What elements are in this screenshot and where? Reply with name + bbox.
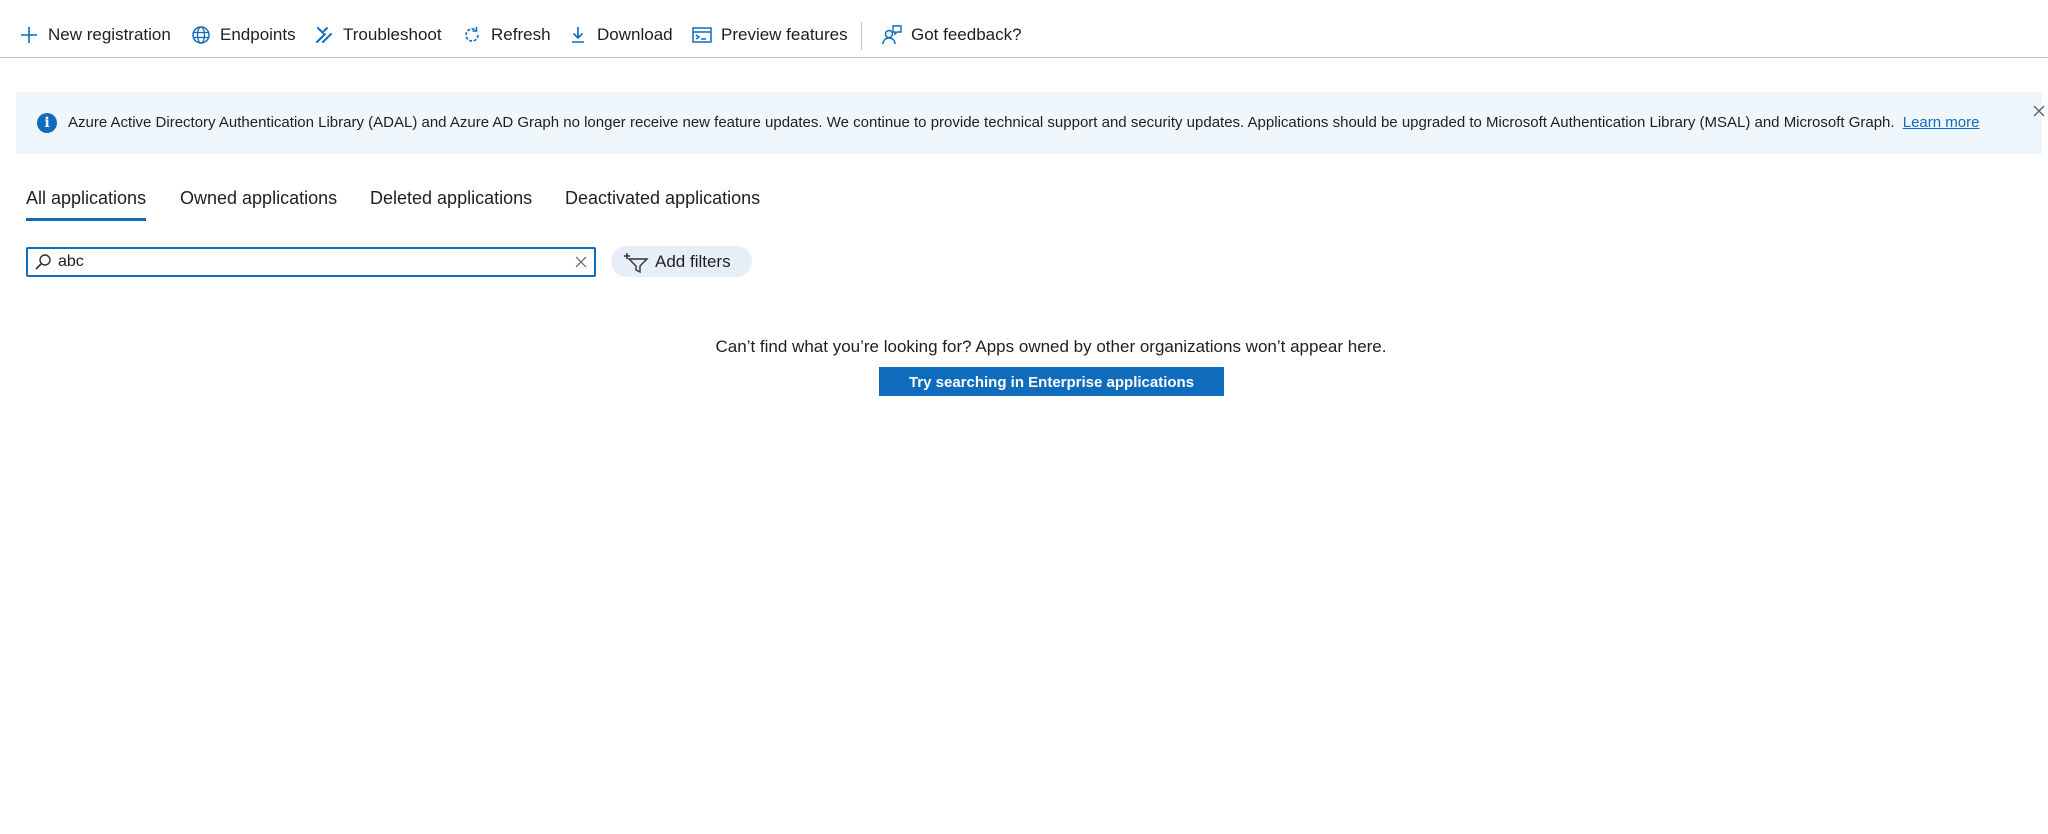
preview-features-button[interactable]: Preview features <box>691 24 848 46</box>
globe-icon <box>190 24 212 46</box>
banner-message: Azure Active Directory Authentication Li… <box>68 114 1979 131</box>
new-registration-label: New registration <box>48 25 171 44</box>
tab-deactivated-applications[interactable]: Deactivated applications <box>565 188 760 218</box>
refresh-button[interactable]: Refresh <box>461 24 551 46</box>
preview-icon <box>691 24 713 46</box>
download-icon <box>567 24 589 46</box>
tab-all-applications[interactable]: All applications <box>26 188 147 221</box>
banner-text: Azure Active Directory Authentication Li… <box>68 114 1895 131</box>
tab-owned-applications[interactable]: Owned applications <box>180 188 337 218</box>
info-icon: i <box>37 113 57 133</box>
refresh-icon <box>461 24 483 46</box>
plus-icon <box>18 24 40 46</box>
new-registration-button[interactable]: New registration <box>18 24 171 46</box>
close-icon[interactable] <box>2032 104 2048 122</box>
add-filters-button[interactable]: Add filters <box>611 246 752 277</box>
troubleshoot-button[interactable]: Troubleshoot <box>313 24 442 46</box>
toolbar-divider <box>861 22 862 50</box>
add-filters-label: Add filters <box>655 251 731 271</box>
feedback-icon <box>881 24 903 46</box>
download-button[interactable]: Download <box>567 24 673 46</box>
got-feedback-button[interactable]: Got feedback? <box>881 24 1022 46</box>
troubleshoot-label: Troubleshoot <box>343 25 442 44</box>
empty-state-message: Can’t find what you’re looking for? Apps… <box>715 337 1387 356</box>
tools-icon <box>313 24 335 46</box>
download-label: Download <box>597 25 673 44</box>
tab-deleted-applications[interactable]: Deleted applications <box>370 188 532 218</box>
clear-icon[interactable] <box>574 255 588 269</box>
search-enterprise-apps-button[interactable]: Try searching in Enterprise applications <box>879 367 1224 396</box>
got-feedback-label: Got feedback? <box>911 25 1022 44</box>
refresh-label: Refresh <box>491 25 551 44</box>
info-banner: i Azure Active Directory Authentication … <box>16 92 2045 154</box>
search-box <box>26 247 596 277</box>
preview-features-label: Preview features <box>721 25 848 44</box>
command-bar: New registration Endpoints Troubleshoot … <box>0 0 2048 58</box>
filter-icon <box>623 251 649 273</box>
search-icon <box>34 253 52 271</box>
learn-more-link[interactable]: Learn more <box>1903 114 1980 131</box>
search-input[interactable] <box>58 251 558 273</box>
endpoints-button[interactable]: Endpoints <box>190 24 296 46</box>
endpoints-label: Endpoints <box>220 25 296 44</box>
